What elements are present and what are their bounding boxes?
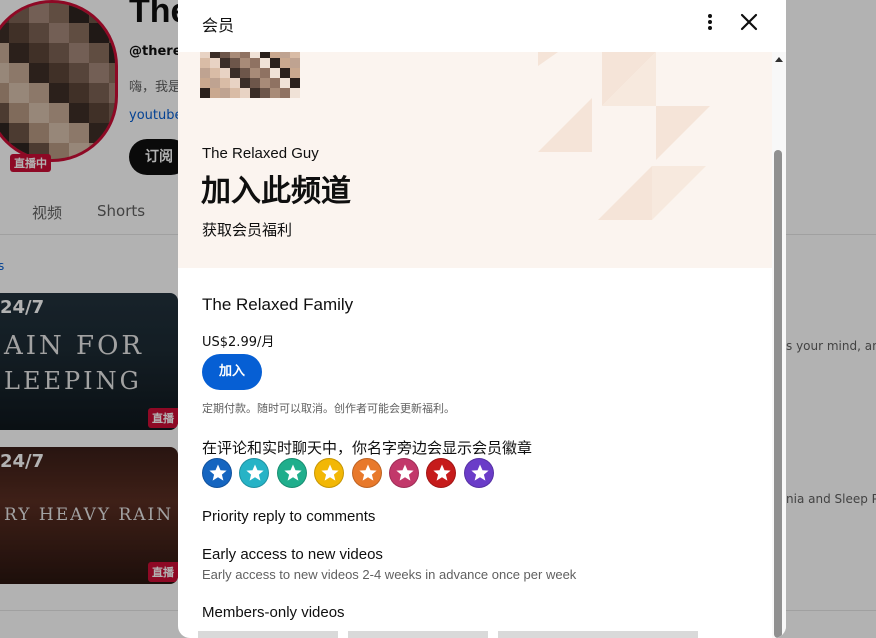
hero-subtitle: 获取会员福利: [202, 221, 293, 239]
perk-description: Early access to new videos 2-4 weeks in …: [202, 567, 577, 582]
dialog-scrollbar[interactable]: [772, 52, 786, 638]
membership-hero: The Relaxed Guy 加入此频道 获取会员福利: [178, 52, 772, 268]
close-icon[interactable]: [738, 11, 760, 33]
member-badge-star-icon: [202, 458, 232, 488]
members-only-video-thumbnails[interactable]: [198, 631, 698, 638]
badges-heading: 在评论和实时聊天中，你名字旁边会显示会员徽章: [202, 439, 533, 457]
member-badge-star-icon: [276, 458, 307, 488]
tier-price: US$2.99/月: [202, 335, 275, 350]
scroll-up-arrow-icon[interactable]: [775, 57, 783, 62]
member-badge-star-icon: [426, 458, 457, 488]
member-badge-star-icon: [389, 458, 419, 488]
join-button[interactable]: 加入: [202, 354, 262, 390]
member-badges: [202, 458, 502, 490]
perk-title: Members-only videos: [202, 604, 345, 621]
membership-dialog: The Relaxed Guy 加入此频道 获取会员福利 会员 The Rela…: [178, 0, 786, 638]
perk-title: Priority reply to comments: [202, 508, 376, 525]
terms-text: 定期付款。随时可以取消。创作者可能会更新福利。: [202, 402, 455, 415]
join-headline: 加入此频道: [201, 174, 351, 209]
perk-title: Early access to new videos: [202, 546, 383, 563]
decorative-pattern: [538, 52, 710, 220]
channel-avatar: [200, 52, 302, 98]
tier-name: The Relaxed Family: [202, 295, 354, 314]
member-badge-star-icon: [314, 458, 345, 488]
dialog-header: 会员: [178, 0, 786, 52]
channel-name: The Relaxed Guy: [202, 145, 319, 162]
scrollbar-thumb[interactable]: [774, 150, 782, 638]
more-vert-icon[interactable]: [700, 10, 720, 34]
member-badge-star-icon: [351, 458, 382, 488]
member-badge-star-icon: [239, 458, 270, 488]
dialog-title: 会员: [202, 16, 235, 35]
member-badge-star-icon: [463, 458, 494, 488]
